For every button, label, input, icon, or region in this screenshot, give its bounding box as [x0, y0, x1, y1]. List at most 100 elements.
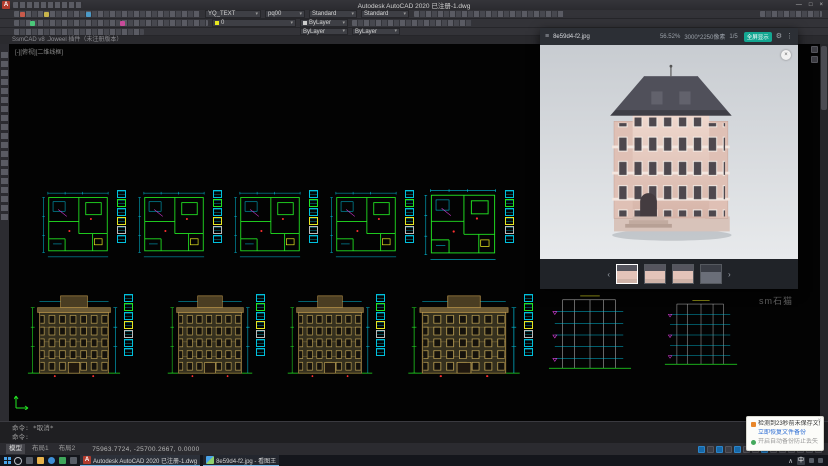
app-icon-1[interactable] [58, 457, 66, 465]
tray-expand-icon[interactable]: ∧ [788, 457, 793, 465]
save-file-icon[interactable] [86, 12, 91, 17]
properties-toolbar-icons[interactable] [352, 20, 472, 26]
elevation-3[interactable] [286, 290, 385, 380]
notification-title: 检测到23秒前未保存文件 [758, 420, 820, 429]
chevron-down-icon: ▾ [342, 21, 345, 26]
floor-plan-1[interactable] [41, 186, 126, 264]
polar-toggle[interactable] [725, 446, 732, 453]
layer-toolbar-icons[interactable] [14, 20, 208, 26]
layer-value: 0 [221, 20, 224, 26]
plan-legend-2 [213, 186, 222, 264]
tray-icon-1[interactable] [809, 458, 814, 463]
left-toolbar-icons[interactable] [1, 52, 8, 222]
settings-gear-icon[interactable]: ⚙ [776, 33, 782, 40]
text-style-value: YQ_TEXT [208, 11, 235, 17]
tab-layout1[interactable]: 布局1 [29, 444, 52, 454]
linetype-combo[interactable]: ByLayer ▾ [300, 28, 348, 35]
notification-close-icon[interactable]: × [817, 418, 821, 424]
grid-toggle[interactable] [698, 446, 705, 453]
floor-plan-2[interactable] [137, 186, 222, 264]
lineweight-combo[interactable]: ByLayer ▾ [352, 28, 400, 35]
pin-icon[interactable] [811, 46, 818, 53]
palette-icon[interactable] [811, 56, 818, 63]
thumbnail-2[interactable] [644, 264, 666, 284]
menu-icon[interactable]: ≡ [545, 33, 549, 40]
tab-layout2[interactable]: 布局2 [56, 444, 79, 454]
elevation-1[interactable] [26, 290, 133, 380]
thumbnail-1[interactable] [616, 264, 638, 284]
close-button[interactable]: × [819, 2, 823, 8]
mleader-style-combo[interactable]: Standard ▾ [361, 10, 409, 18]
elevation-4[interactable] [406, 290, 533, 380]
more-icon[interactable]: ⋮ [786, 33, 793, 40]
image-viewer-window: ≡ 8e59d4-f2.jpg 56.52% 3000*2250像素 1/5 全… [540, 28, 798, 289]
ortho-toggle[interactable] [716, 446, 723, 453]
elevation-2[interactable] [166, 290, 265, 380]
maximize-button[interactable]: □ [809, 2, 813, 8]
command-line[interactable]: 命令: *取消* 命令: [0, 421, 828, 443]
app-icon-2[interactable] [69, 457, 77, 465]
modify-toolbar-icons[interactable] [14, 29, 144, 35]
new-file-icon[interactable] [20, 12, 25, 17]
styles-toolbar-icons[interactable] [414, 11, 564, 17]
standard-toolbar-icons[interactable] [14, 11, 200, 17]
dim-style-combo[interactable]: pq00 ▾ [265, 10, 305, 18]
image-index: 1/5 [729, 34, 737, 40]
close-preview-button[interactable]: × [781, 50, 791, 60]
color-combo[interactable]: ByLayer ▾ [300, 19, 348, 27]
browser-icon[interactable] [47, 457, 55, 465]
layer-on-icon[interactable] [30, 21, 35, 26]
color-value: ByLayer [309, 20, 331, 26]
search-icon[interactable] [14, 457, 22, 465]
section-drawing-1[interactable] [540, 292, 640, 378]
vertical-scrollbar[interactable] [820, 44, 828, 421]
floor-plan-5[interactable] [423, 186, 514, 264]
start-button[interactable] [3, 457, 11, 465]
image-preview[interactable]: × [540, 45, 798, 259]
help-toolbar-icons[interactable] [760, 11, 822, 17]
thumbnail-4[interactable] [700, 264, 722, 284]
autocad-logo-icon[interactable]: A [2, 1, 10, 9]
prev-image-button[interactable]: ‹ [607, 270, 610, 279]
file-explorer-icon[interactable] [36, 457, 44, 465]
osnap-toggle[interactable] [734, 446, 741, 453]
fullscreen-button[interactable]: 全屏显示 [744, 32, 772, 42]
thumbnail-3[interactable] [672, 264, 694, 284]
text-style-combo[interactable]: YQ_TEXT ▾ [205, 10, 261, 18]
viewport-controls[interactable]: [-][俯视][二维线框] [15, 47, 63, 56]
snap-toggle[interactable] [707, 446, 714, 453]
scrollbar-thumb[interactable] [821, 46, 827, 110]
ucs-icon [14, 392, 32, 410]
task-view-icon[interactable] [25, 457, 33, 465]
viewer-toolbar: ≡ 8e59d4-f2.jpg 56.52% 3000*2250像素 1/5 全… [540, 28, 798, 45]
elevation-legend-1 [124, 290, 133, 380]
notification-tip: 开启自动备份防止丢失 [758, 438, 818, 447]
taskbar-viewer-button[interactable]: 8e59d4-f2.jpg - 看图王 [203, 455, 279, 466]
plan-legend-5 [505, 186, 514, 264]
lineweight-value: ByLayer [355, 29, 377, 35]
tab-model[interactable]: 模型 [6, 444, 25, 454]
chevron-down-icon: ▾ [403, 12, 406, 17]
dim-style-value: pq00 [268, 11, 281, 17]
left-toolbar[interactable] [0, 44, 9, 421]
layer-combo[interactable]: 0 ▾ [212, 19, 296, 27]
tray-icon-2[interactable] [818, 458, 823, 463]
floor-plan-3[interactable] [233, 186, 318, 264]
section-drawing-2[interactable] [658, 292, 744, 378]
ime-indicator[interactable]: 中 [797, 457, 805, 465]
notification-action-link[interactable]: 立即恢复文件备份 [758, 429, 806, 438]
open-file-icon[interactable] [44, 12, 49, 17]
next-image-button[interactable]: › [728, 270, 731, 279]
table-style-value: Standard [312, 11, 336, 17]
image-dimensions: 3000*2250像素 [684, 32, 725, 41]
quick-access-toolbar[interactable] [13, 2, 83, 8]
taskbar-autocad-button[interactable]: A Autodesk AutoCAD 2020 已注册-1.dwg [80, 455, 200, 466]
minimize-button[interactable]: — [796, 2, 802, 8]
command-history-line: 命令: *取消* [12, 424, 828, 433]
command-prompt[interactable]: 命令: [12, 433, 828, 442]
layer-freeze-icon[interactable] [120, 21, 125, 26]
zoom-level[interactable]: 56.52% [660, 34, 680, 40]
right-dock-icons[interactable] [811, 46, 818, 63]
floor-plan-4[interactable] [329, 186, 414, 264]
table-style-combo[interactable]: Standard ▾ [309, 10, 357, 18]
